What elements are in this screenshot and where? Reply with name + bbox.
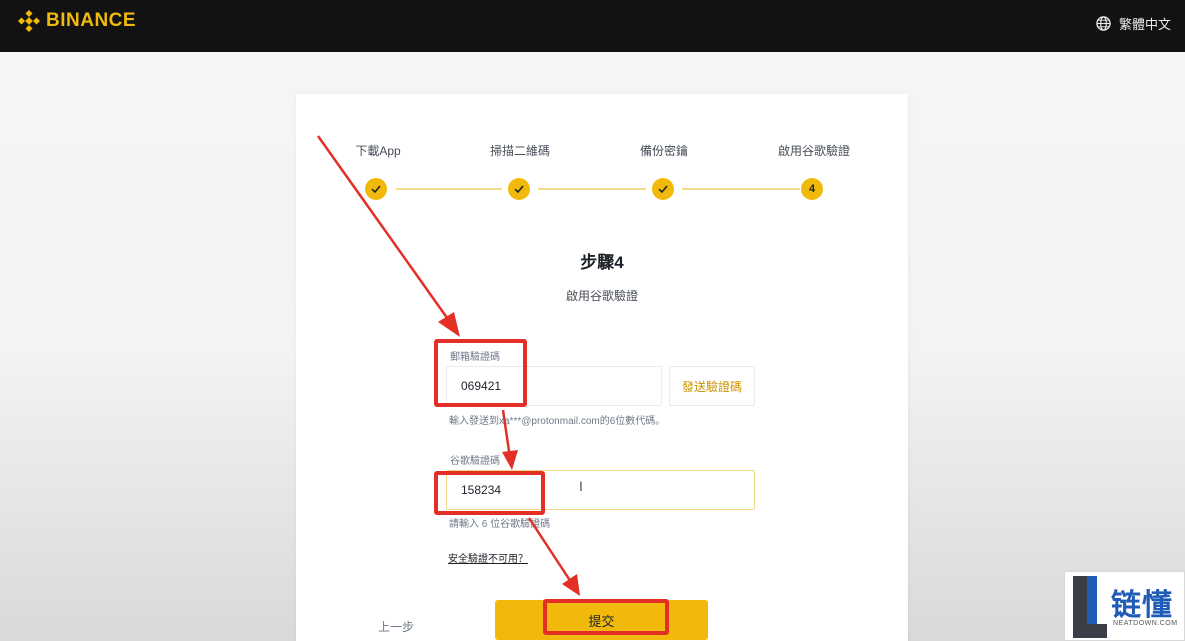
watermark-subtext: NEATDOWN.COM xyxy=(1113,620,1178,627)
watermark-text: 链懂 xyxy=(1111,589,1173,622)
watermark-l-icon xyxy=(1073,576,1107,638)
arrow-head xyxy=(502,450,518,470)
watermark-logo: 链懂 NEATDOWN.COM xyxy=(1064,571,1185,641)
arrow-head xyxy=(438,312,460,337)
annotation-arrows xyxy=(316,135,580,596)
arrow-head xyxy=(562,574,580,596)
